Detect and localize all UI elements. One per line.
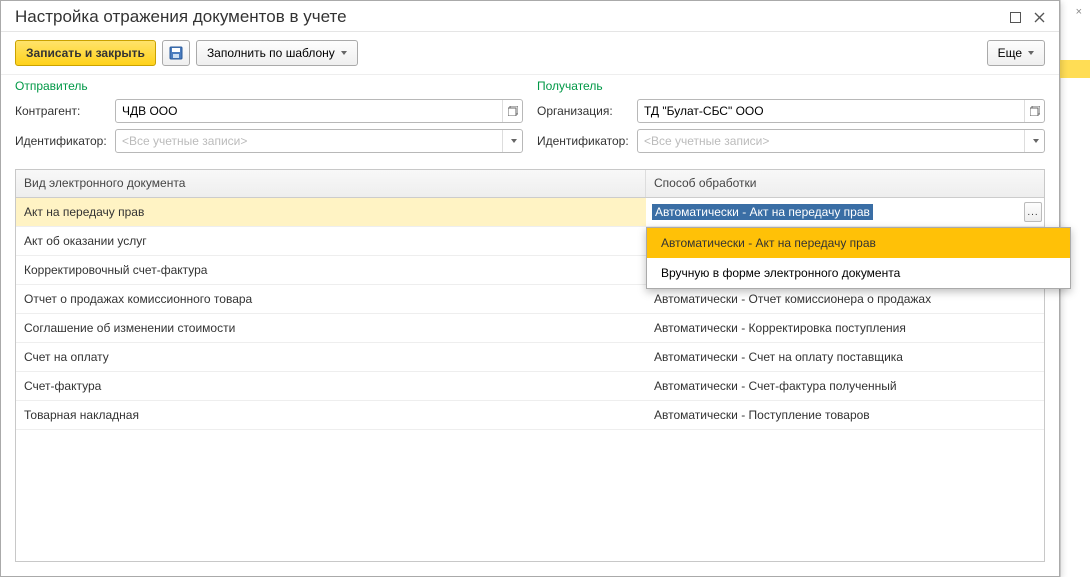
save-button[interactable] — [162, 40, 190, 66]
counterparty-input-wrap — [115, 99, 523, 123]
col-proc-header[interactable]: Способ обработки — [646, 170, 1044, 197]
sender-id-input-wrap — [115, 129, 523, 153]
table-row[interactable]: Счет-фактураАвтоматически - Счет-фактура… — [16, 372, 1044, 401]
doc-type-cell[interactable]: Соглашение об изменении стоимости — [16, 321, 646, 335]
processing-cell[interactable]: Автоматически - Корректировка поступлени… — [646, 321, 1044, 335]
open-reference-icon[interactable] — [1024, 100, 1044, 122]
doc-type-cell[interactable]: Счет-фактура — [16, 379, 646, 393]
ellipsis-button[interactable]: ... — [1024, 202, 1042, 222]
dropdown-icon[interactable] — [1024, 130, 1044, 152]
processing-dropdown: Автоматически - Акт на передачу правВруч… — [646, 227, 1071, 289]
more-label: Еще — [998, 46, 1022, 60]
fill-template-button[interactable]: Заполнить по шаблону — [196, 40, 358, 66]
processing-cell[interactable]: Автоматически - Счет-фактура полученный — [646, 379, 1044, 393]
org-input[interactable] — [638, 104, 1024, 118]
fill-template-label: Заполнить по шаблону — [207, 46, 335, 60]
titlebar: Настройка отражения документов в учете — [1, 1, 1059, 32]
documents-table: Вид электронного документа Способ обрабо… — [15, 169, 1045, 562]
more-button[interactable]: Еще — [987, 40, 1045, 66]
recipient-id-label: Идентификатор: — [537, 134, 637, 148]
dropdown-option[interactable]: Вручную в форме электронного документа — [647, 258, 1070, 288]
counterparty-label: Контрагент: — [15, 104, 115, 118]
table-row[interactable]: Товарная накладнаяАвтоматически - Поступ… — [16, 401, 1044, 430]
window-title: Настройка отражения документов в учете — [15, 7, 1001, 27]
floppy-icon — [169, 46, 183, 60]
processing-cell[interactable]: Автоматически - Отчет комиссионера о про… — [646, 292, 1044, 306]
editing-value[interactable]: Автоматически - Акт на передачу прав — [652, 204, 873, 220]
recipient-id-input-wrap — [637, 129, 1045, 153]
counterparty-input[interactable] — [116, 104, 502, 118]
dropdown-option[interactable]: Автоматически - Акт на передачу прав — [647, 228, 1070, 258]
recipient-heading: Получатель — [537, 79, 1045, 93]
chevron-down-icon — [1028, 51, 1034, 55]
form-area: Отправитель Контрагент: Идентификатор: — [1, 75, 1059, 169]
doc-type-cell[interactable]: Акт на передачу прав — [16, 205, 646, 219]
org-input-wrap — [637, 99, 1045, 123]
sender-id-label: Идентификатор: — [15, 134, 115, 148]
table-row[interactable]: Акт на передачу правАвтоматически - Акт … — [16, 198, 1044, 227]
processing-cell[interactable]: Автоматически - Поступление товаров — [646, 408, 1044, 422]
table-header: Вид электронного документа Способ обрабо… — [16, 170, 1044, 198]
table-row[interactable]: Счет на оплатуАвтоматически - Счет на оп… — [16, 343, 1044, 372]
settings-window: Настройка отражения документов в учете З… — [0, 0, 1060, 577]
chevron-down-icon — [341, 51, 347, 55]
doc-type-cell[interactable]: Отчет о продажах комиссионного товара — [16, 292, 646, 306]
doc-type-cell[interactable]: Корректировочный счет-фактура — [16, 263, 646, 277]
table-body: Акт на передачу правАвтоматически - Акт … — [16, 198, 1044, 561]
sender-id-input[interactable] — [116, 134, 502, 148]
org-label: Организация: — [537, 104, 637, 118]
toolbar: Записать и закрыть Заполнить по шаблону … — [1, 32, 1059, 75]
bg-yellow-marker — [1060, 60, 1090, 78]
recipient-id-input[interactable] — [638, 134, 1024, 148]
processing-cell[interactable]: Автоматически - Акт на передачу прав... — [646, 198, 1044, 226]
col-doc-header[interactable]: Вид электронного документа — [16, 170, 646, 197]
open-reference-icon[interactable] — [502, 100, 522, 122]
dropdown-icon[interactable] — [502, 130, 522, 152]
recipient-section: Получатель Организация: Идентификатор: — [537, 79, 1045, 159]
doc-type-cell[interactable]: Акт об оказании услуг — [16, 234, 646, 248]
table-row[interactable]: Отчет о продажах комиссионного товараАвт… — [16, 285, 1044, 314]
processing-cell[interactable]: Автоматически - Счет на оплату поставщик… — [646, 350, 1044, 364]
save-close-button[interactable]: Записать и закрыть — [15, 40, 156, 66]
sender-section: Отправитель Контрагент: Идентификатор: — [15, 79, 523, 159]
doc-type-cell[interactable]: Счет на оплату — [16, 350, 646, 364]
sender-heading: Отправитель — [15, 79, 523, 93]
doc-type-cell[interactable]: Товарная накладная — [16, 408, 646, 422]
close-icon[interactable] — [1029, 7, 1049, 27]
table-row[interactable]: Соглашение об изменении стоимостиАвтомат… — [16, 314, 1044, 343]
bg-close-icon[interactable]: × — [1076, 6, 1082, 18]
maximize-icon[interactable] — [1005, 7, 1025, 27]
